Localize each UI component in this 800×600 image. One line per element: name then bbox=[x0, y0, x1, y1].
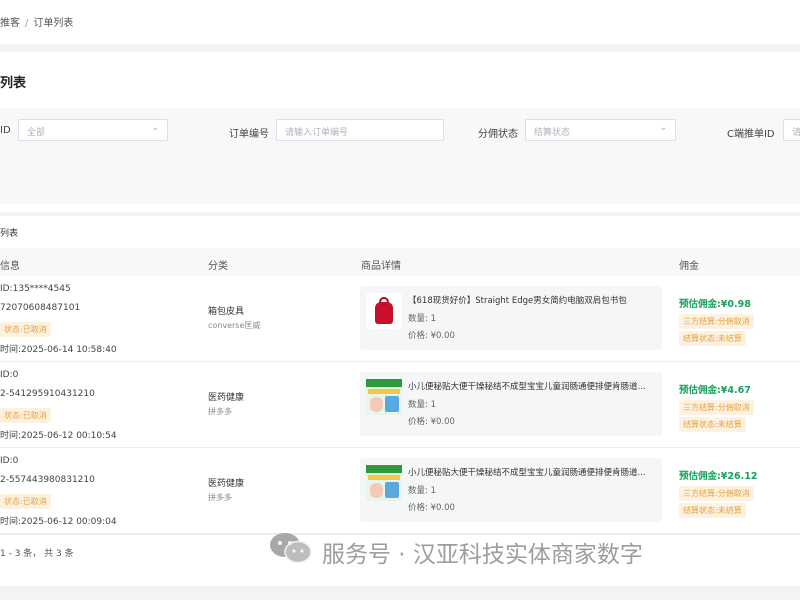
settlement-status-tag: 结算状态:未结算 bbox=[679, 417, 746, 432]
goods-quantity: 数量: 1 bbox=[408, 400, 436, 410]
settlement-tag: 三方结算:分佣取消 bbox=[679, 314, 754, 329]
goods-name[interactable]: 【618现货好价】Straight Edge男女简约电脑双肩包书包 bbox=[408, 294, 656, 306]
order-time: 时间:2025-06-12 00:10:54 bbox=[0, 431, 117, 441]
order-list-card: 列表 信息 分类 商品详情 佣金 ID:135****4545 72070608… bbox=[0, 216, 800, 586]
goods-quantity: 数量: 1 bbox=[408, 486, 436, 496]
filter-order-no-input[interactable]: 请输入订单编号 bbox=[276, 119, 444, 141]
goods-card: 小儿便秘贴大便干燥秘结不成型宝宝儿童润肠通便排便肯肠道... 数量: 1 价格:… bbox=[360, 372, 662, 436]
goods-quantity: 数量: 1 bbox=[408, 314, 436, 324]
filter-order-no-label: 订单编号 bbox=[229, 129, 269, 140]
source: 拼多多 bbox=[208, 493, 232, 502]
estimated-commission: 预估佣金:¥4.67 bbox=[679, 385, 751, 396]
goods-card: 小儿便秘贴大便干燥秘结不成型宝宝儿童润肠通便排便肯肠道... 数量: 1 价格:… bbox=[360, 458, 662, 522]
breadcrumb-separator: / bbox=[25, 18, 29, 29]
filter-panel: ID 全部 ⌄ 订单编号 请输入订单编号 分佣状态 结算状态 ⌄ C端推单ID … bbox=[0, 108, 800, 204]
table-row: ID:0 2-541295910431210 状态:已取消 时间:2025-06… bbox=[0, 362, 800, 448]
filter-c-order-input[interactable]: 请 bbox=[783, 119, 800, 141]
breadcrumb: 推客 / 订单列表 bbox=[0, 14, 73, 29]
user-id: ID:0 bbox=[0, 456, 19, 466]
order-number: 2-541295910431210 bbox=[0, 389, 95, 399]
table-row: ID:0 2-557443980831210 状态:已取消 时间:2025-06… bbox=[0, 448, 800, 534]
user-id: ID:0 bbox=[0, 370, 19, 380]
chevron-down-icon: ⌄ bbox=[659, 123, 667, 133]
column-header-category: 分类 bbox=[208, 261, 228, 272]
settlement-status-tag: 结算状态:未结算 bbox=[679, 503, 746, 518]
order-time: 时间:2025-06-12 00:09:04 bbox=[0, 517, 117, 527]
estimated-commission: 预估佣金:¥26.12 bbox=[679, 471, 758, 482]
filter-id-select[interactable]: 全部 ⌄ bbox=[18, 119, 168, 141]
goods-name[interactable]: 小儿便秘贴大便干燥秘结不成型宝宝儿童润肠通便排便肯肠道... bbox=[408, 380, 656, 392]
category: 医药健康 bbox=[208, 393, 245, 403]
goods-name[interactable]: 小儿便秘贴大便干燥秘结不成型宝宝儿童润肠通便排便肯肠道... bbox=[408, 466, 656, 478]
order-number: 2-557443980831210 bbox=[0, 475, 95, 485]
table-row: ID:135****4545 72070608487101 状态:已取消 时间:… bbox=[0, 276, 800, 362]
source: 拼多多 bbox=[208, 407, 232, 416]
filter-commission-status-select[interactable]: 结算状态 ⌄ bbox=[525, 119, 676, 141]
goods-price: 价格: ¥0.00 bbox=[408, 503, 455, 513]
filter-card: 列表 ID 全部 ⌄ 订单编号 请输入订单编号 分佣状态 结算状态 ⌄ C端推单… bbox=[0, 52, 800, 212]
filter-commission-status-value: 结算状态 bbox=[534, 128, 571, 138]
estimated-commission: 预估佣金:¥0.98 bbox=[679, 299, 751, 310]
product-thumbnail bbox=[366, 379, 402, 415]
settlement-tag: 三方结算:分佣取消 bbox=[679, 486, 754, 501]
breadcrumb-bar: 推客 / 订单列表 bbox=[0, 0, 800, 44]
pagination-summary: 1 - 3 条， 共 3 条 bbox=[0, 549, 74, 559]
filter-commission-status-label: 分佣状态 bbox=[478, 129, 518, 140]
goods-price: 价格: ¥0.00 bbox=[408, 417, 455, 427]
settlement-status-tag: 结算状态:未结算 bbox=[679, 331, 746, 346]
order-time: 时间:2025-06-14 10:58:40 bbox=[0, 345, 117, 355]
watermark-text: 服务号 · 汉亚科技实体商家数字 bbox=[322, 542, 643, 568]
source: converse匡威 bbox=[208, 321, 261, 330]
settlement-tag: 三方结算:分佣取消 bbox=[679, 400, 754, 415]
order-status-badge: 状态:已取消 bbox=[0, 494, 51, 509]
chevron-down-icon: ⌄ bbox=[151, 123, 159, 133]
product-thumbnail bbox=[366, 293, 402, 329]
order-number: 72070608487101 bbox=[0, 303, 81, 313]
goods-price: 价格: ¥0.00 bbox=[408, 331, 455, 341]
product-thumbnail bbox=[366, 465, 402, 501]
filter-id-value: 全部 bbox=[27, 128, 46, 138]
breadcrumb-current: 订单列表 bbox=[33, 18, 74, 29]
table-header: 信息 分类 商品详情 佣金 bbox=[0, 248, 800, 276]
user-id: ID:135****4545 bbox=[0, 284, 71, 294]
filter-c-order-label: C端推单ID bbox=[727, 129, 775, 140]
column-header-commission: 佣金 bbox=[679, 261, 699, 272]
list-title: 列表 bbox=[0, 229, 19, 239]
wechat-logo-icon bbox=[270, 533, 312, 564]
category: 医药健康 bbox=[208, 479, 245, 489]
page-title: 列表 bbox=[0, 76, 27, 91]
goods-card: 【618现货好价】Straight Edge男女简约电脑双肩包书包 数量: 1 … bbox=[360, 286, 662, 350]
breadcrumb-parent[interactable]: 推客 bbox=[0, 18, 20, 29]
category: 箱包皮具 bbox=[208, 307, 245, 317]
order-status-badge: 状态:已取消 bbox=[0, 408, 51, 423]
column-header-goods: 商品详情 bbox=[361, 261, 401, 272]
filter-c-order-placeholder: 请 bbox=[792, 128, 800, 138]
filter-id-label: ID bbox=[0, 125, 11, 136]
filter-order-no-placeholder: 请输入订单编号 bbox=[285, 128, 349, 138]
column-header-info: 信息 bbox=[0, 261, 20, 272]
order-status-badge: 状态:已取消 bbox=[0, 322, 51, 337]
